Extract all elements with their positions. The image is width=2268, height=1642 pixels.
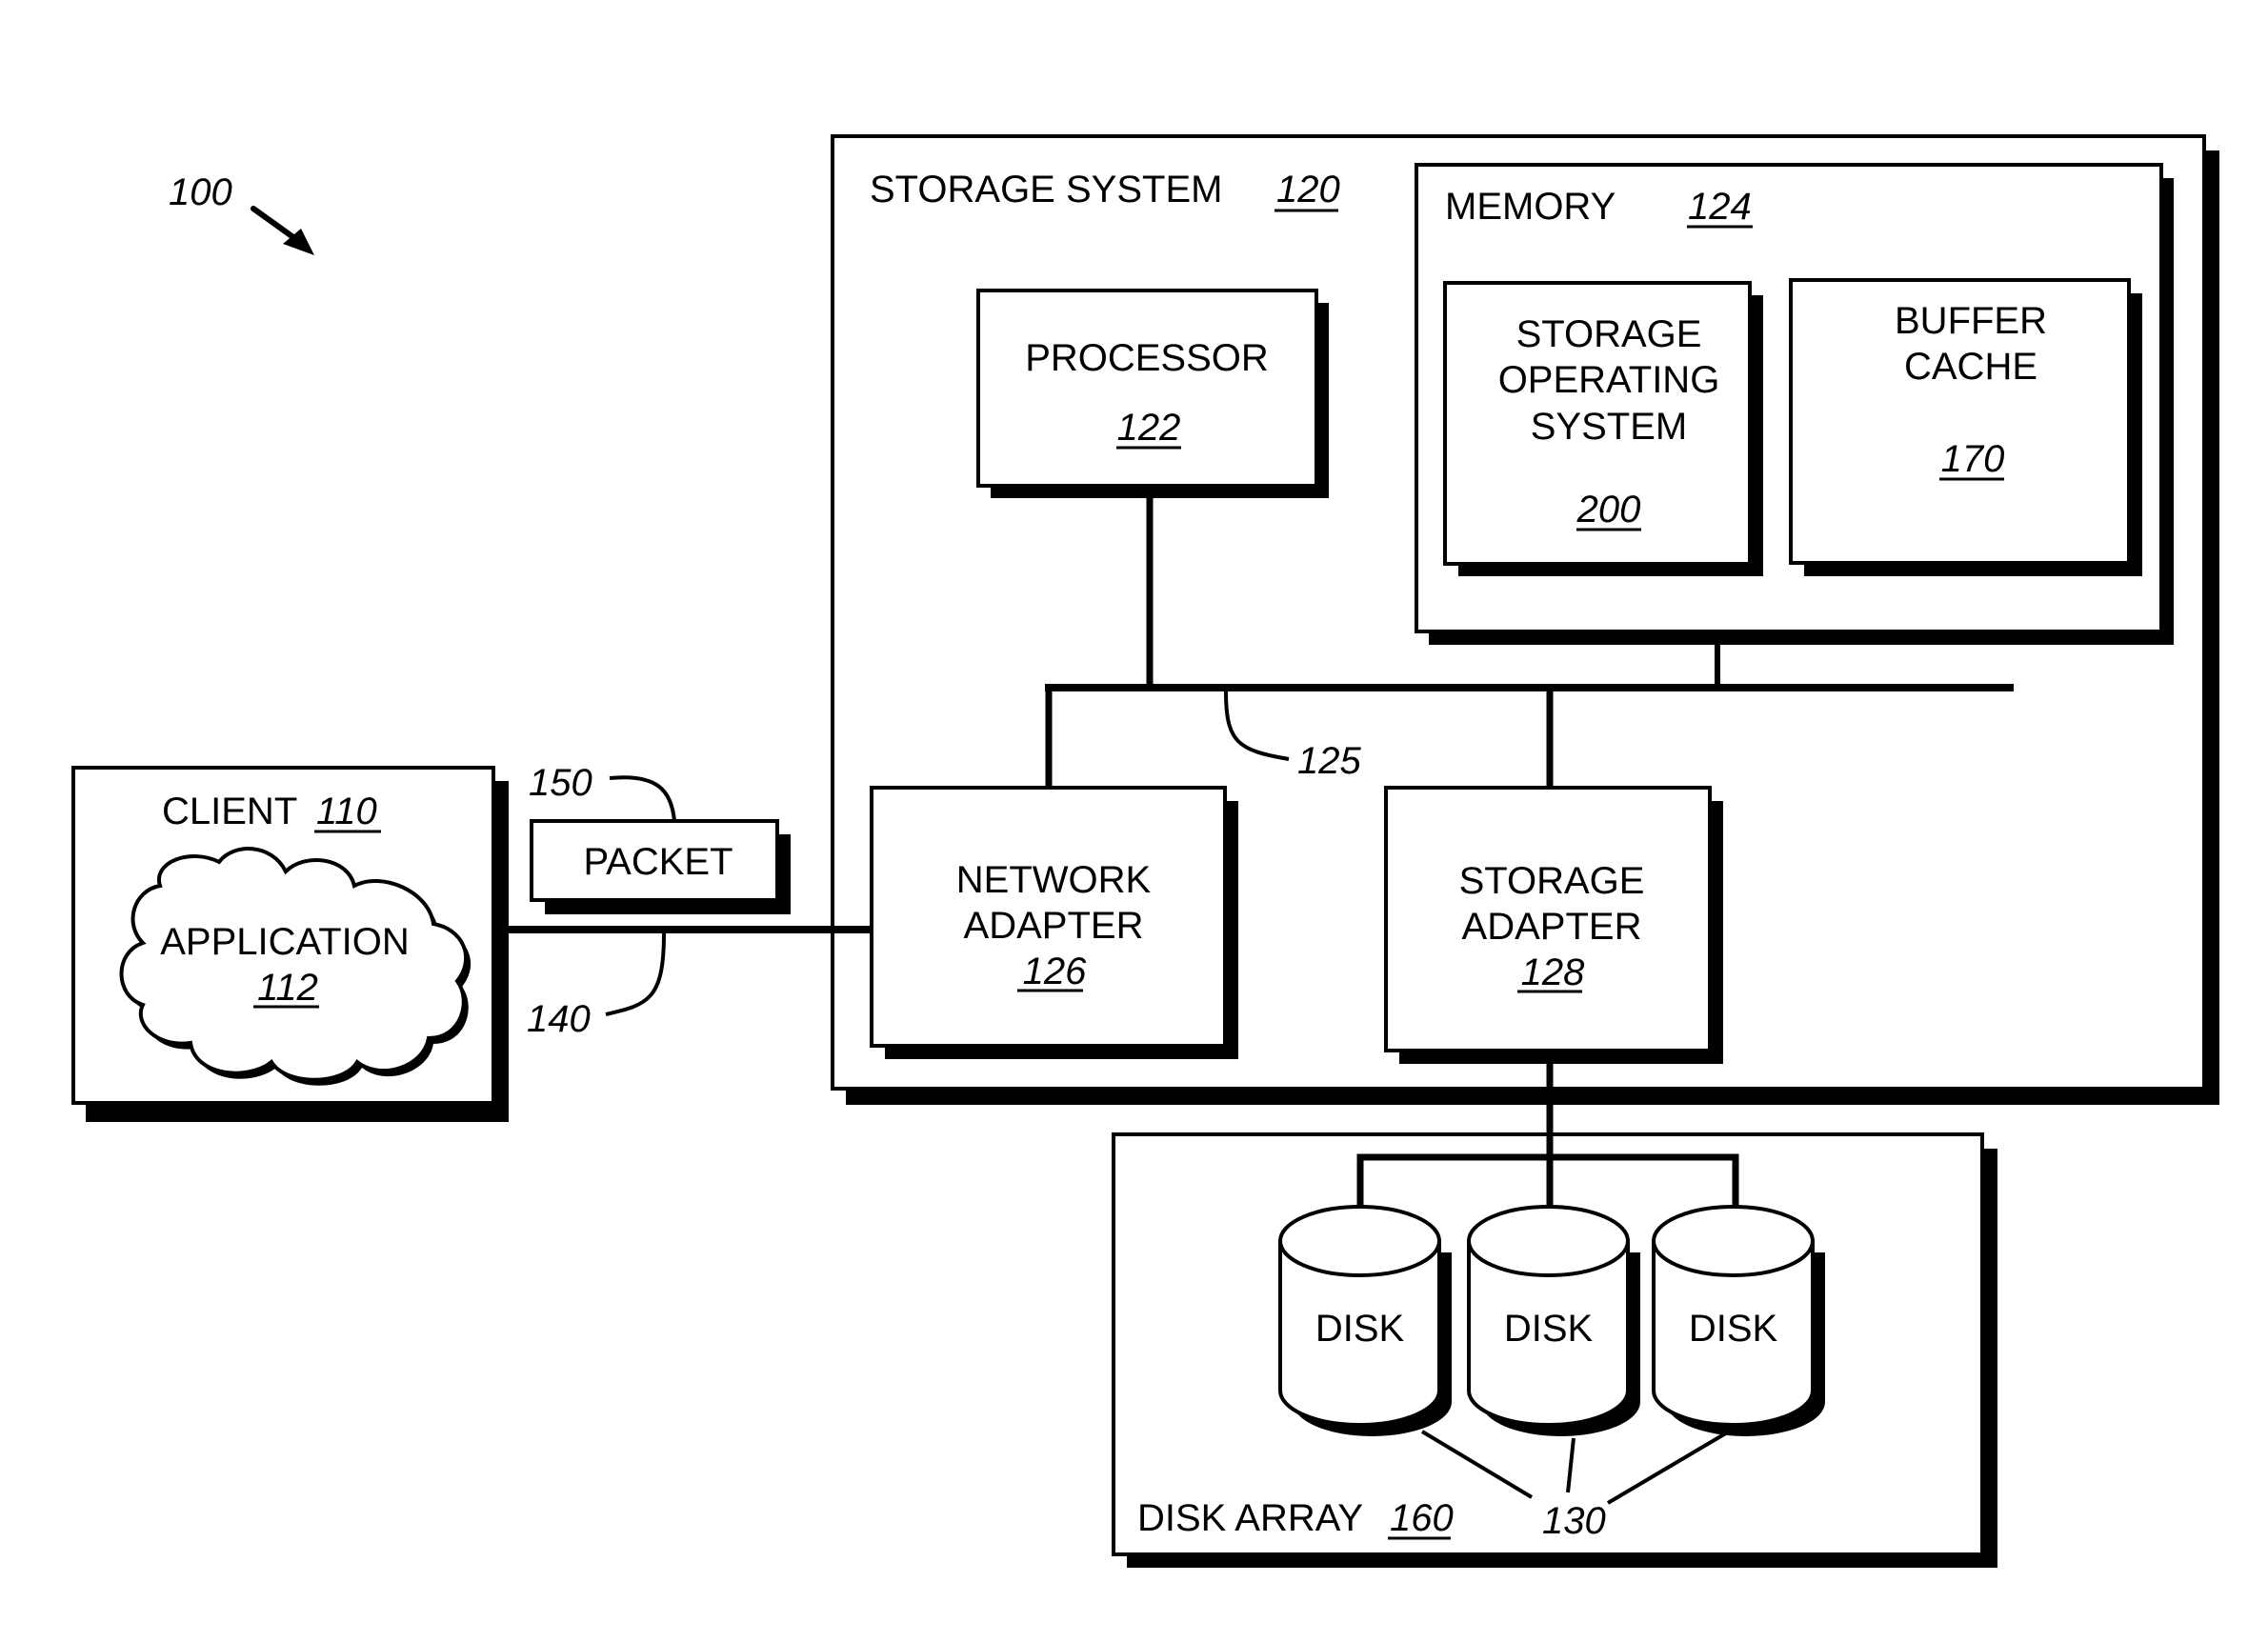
storage-adapter-line-1: STORAGE: [1459, 860, 1645, 902]
packet-box: PACKET: [530, 819, 791, 914]
figure-ref: 100: [169, 171, 232, 213]
disk-label: DISK: [1315, 1308, 1405, 1350]
buffer-cache-line-1: BUFFER: [1895, 300, 2047, 342]
processor-box: PROCESSOR 122: [976, 289, 1329, 498]
storage-system-label: STORAGE SYSTEM: [870, 169, 1222, 210]
memory-label: MEMORY: [1445, 186, 1616, 228]
packet-ref: 150: [529, 762, 592, 804]
disk-array-ref: 160: [1390, 1497, 1454, 1539]
sos-line-2: OPERATING: [1498, 359, 1720, 401]
disk-label: DISK: [1504, 1308, 1594, 1350]
disk-icon: DISK: [1278, 1205, 1452, 1436]
sos-ref: 200: [1576, 489, 1641, 531]
application-ref: 112: [257, 967, 318, 1009]
storage-adapter-ref: 128: [1521, 951, 1585, 993]
network-link-ref: 140: [527, 998, 591, 1040]
client-label: CLIENT: [162, 791, 297, 832]
client-ref: 110: [316, 791, 377, 832]
storage-adapter-box: STORAGE ADAPTER 128: [1384, 786, 1723, 1064]
storage-system-ref: 120: [1276, 169, 1340, 210]
sos-line-1: STORAGE: [1516, 313, 1702, 355]
processor-label: PROCESSOR: [1025, 337, 1269, 379]
storage-system-diagram: 100 STORAGE SYSTEM 120 PROCESSOR 122 MEM…: [71, 134, 2219, 1568]
memory-ref: 124: [1688, 186, 1752, 228]
storage-operating-system-box: STORAGE OPERATING SYSTEM 200: [1443, 281, 1763, 576]
buffer-cache-box: BUFFER CACHE 170: [1789, 278, 2142, 576]
network-adapter-ref: 126: [1023, 951, 1087, 992]
disks-ref: 130: [1542, 1500, 1606, 1542]
sos-line-3: SYSTEM: [1531, 406, 1687, 448]
disk-icon: DISK: [1467, 1205, 1640, 1436]
application-label: APPLICATION: [160, 921, 410, 963]
buffer-cache-ref: 170: [1941, 438, 2005, 480]
disk-label: DISK: [1689, 1308, 1778, 1350]
network-adapter-box: NETWORK ADAPTER 126: [870, 786, 1238, 1059]
figure-arrow-icon: [251, 206, 314, 255]
disk-icon: DISK: [1652, 1205, 1825, 1436]
disk-array-label: DISK ARRAY: [1137, 1497, 1363, 1539]
processor-ref: 122: [1117, 407, 1181, 449]
packet-label: PACKET: [583, 841, 733, 883]
buffer-cache-line-2: CACHE: [1904, 346, 2037, 388]
bus-ref: 125: [1297, 740, 1361, 782]
network-adapter-line-2: ADAPTER: [964, 905, 1144, 947]
network-adapter-line-1: NETWORK: [956, 859, 1152, 901]
storage-adapter-line-2: ADAPTER: [1462, 906, 1642, 948]
disks-group: DISK DISK DISK: [1278, 1205, 1825, 1436]
